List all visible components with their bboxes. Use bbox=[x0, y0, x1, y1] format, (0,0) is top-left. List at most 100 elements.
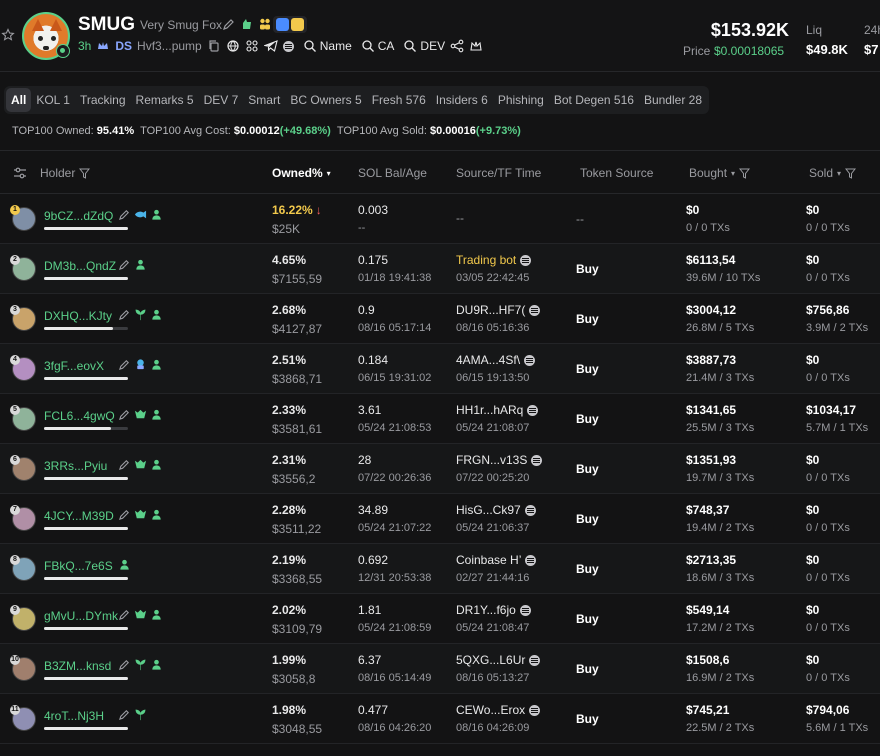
holder-row[interactable]: 8 FBkQ...7e6S 2.19% $3368,55 0.692 12/31 20:5… bbox=[0, 544, 880, 594]
col-owned[interactable]: Owned% ▾ bbox=[272, 166, 331, 180]
sold-txs: 0 / 0 TXs bbox=[806, 272, 850, 284]
telegram-icon[interactable] bbox=[263, 39, 278, 53]
bought-amount: $1508,6 bbox=[686, 653, 730, 667]
edit-icon[interactable] bbox=[118, 308, 131, 321]
holder-address[interactable]: 4JCY...M39D bbox=[44, 509, 114, 523]
edit-icon[interactable] bbox=[118, 208, 131, 221]
holder-row[interactable]: 1 9bCZ...dZdQ 16.22% ↓ $25K 0.003 -- -- -- $0 0 / … bbox=[0, 194, 880, 244]
holder-address[interactable]: FCL6...4gwQ bbox=[44, 409, 115, 423]
holder-share-bar bbox=[44, 277, 128, 280]
edit-icon[interactable] bbox=[118, 258, 131, 271]
edit-icon[interactable] bbox=[118, 508, 131, 521]
edit-icon[interactable] bbox=[118, 408, 131, 421]
funding-source[interactable]: Trading bot bbox=[456, 253, 532, 267]
funding-source[interactable]: HH1r...hARq bbox=[456, 403, 539, 417]
tab-all[interactable]: All bbox=[6, 88, 32, 112]
bought-txs: 26.8M / 5 TXs bbox=[686, 322, 755, 334]
holder-rank: 7 bbox=[10, 505, 20, 515]
holders-table-header: Holder Owned% ▾ SOL Bal/Age Source/TF Tim… bbox=[0, 150, 880, 194]
holder-address[interactable]: 3fgF...eovX bbox=[44, 359, 104, 373]
tab-fresh[interactable]: Fresh 576 bbox=[367, 88, 431, 112]
col-sold[interactable]: Sold ▾ bbox=[809, 166, 857, 180]
bought-amount: $1341,65 bbox=[686, 403, 737, 417]
holder-address[interactable]: gMvU...DYmk bbox=[44, 609, 118, 623]
tab-remarks[interactable]: Remarks 5 bbox=[131, 88, 199, 112]
user-icon bbox=[152, 309, 162, 320]
globe-icon[interactable] bbox=[226, 39, 240, 53]
share-icon[interactable] bbox=[450, 39, 464, 53]
sol-balance: 34.89 bbox=[358, 503, 389, 517]
holder-address[interactable]: 3RRs...Pyiu bbox=[44, 459, 107, 473]
tab-phishing[interactable]: Phishing bbox=[493, 88, 549, 112]
search-name-link[interactable]: Name bbox=[303, 39, 352, 53]
holder-row[interactable]: 3 DXHQ...KJty 2.68% $4127,87 0.9 08/16 05:17:… bbox=[0, 294, 880, 344]
settings-sliders-icon[interactable] bbox=[12, 165, 28, 181]
holder-address[interactable]: B3ZM...knsd bbox=[44, 659, 111, 673]
holder-tags bbox=[118, 508, 163, 521]
tab-kol[interactable]: KOL 1 bbox=[31, 88, 75, 112]
filter-icon[interactable] bbox=[845, 168, 857, 179]
col-holder[interactable]: Holder bbox=[40, 166, 91, 180]
tab-bot-degen[interactable]: Bot Degen 516 bbox=[549, 88, 639, 112]
col-source[interactable]: Source/TF Time bbox=[456, 166, 541, 180]
col-bought[interactable]: Bought ▾ bbox=[689, 166, 751, 180]
bought-amount: $745,21 bbox=[686, 703, 730, 717]
community-icon[interactable] bbox=[245, 39, 259, 53]
tab-smart[interactable]: Smart bbox=[243, 88, 285, 112]
holder-address[interactable]: DM3b...QndZ bbox=[44, 259, 116, 273]
filter-icon[interactable] bbox=[739, 168, 751, 179]
crown-icon[interactable] bbox=[469, 39, 483, 53]
funding-source[interactable]: FRGN...v13S bbox=[456, 453, 543, 467]
tab-insiders[interactable]: Insiders 6 bbox=[431, 88, 493, 112]
holder-row[interactable]: 2 DM3b...QndZ 4.65% $7155,59 0.175 01/18 19:4… bbox=[0, 244, 880, 294]
tab-bc-owners[interactable]: BC Owners 5 bbox=[285, 88, 366, 112]
search-dev-link[interactable]: DEV bbox=[403, 39, 445, 53]
tab-dev[interactable]: DEV 7 bbox=[199, 88, 244, 112]
funding-source[interactable]: HisG...Ck97 bbox=[456, 503, 536, 517]
holder-address[interactable]: 4roT...Nj3H bbox=[44, 709, 104, 723]
holder-row[interactable]: 4 3fgF...eovX 2.51% $3868,71 0.184 06/15 19:3… bbox=[0, 344, 880, 394]
token-ticker: SMUG bbox=[78, 14, 135, 35]
col-token-source[interactable]: Token Source bbox=[580, 166, 653, 180]
copy-icon[interactable] bbox=[207, 39, 221, 53]
contract-address[interactable]: Hvf3...pump bbox=[137, 39, 202, 53]
wallet-age: 08/16 04:26:20 bbox=[358, 722, 432, 734]
sold-amount: $0 bbox=[806, 503, 820, 517]
holder-row[interactable]: 5 FCL6...4gwQ 2.33% $3581,61 3.61 05/24 21:08… bbox=[0, 394, 880, 444]
edit-icon[interactable] bbox=[118, 458, 131, 471]
edit-icon[interactable] bbox=[118, 708, 131, 721]
filter-icon[interactable] bbox=[79, 168, 91, 179]
sol-balance: 6.37 bbox=[358, 653, 382, 667]
solana-icon[interactable] bbox=[282, 40, 294, 52]
holder-row[interactable]: 10 B3ZM...knsd 1.99% $3058,8 6.37 08/16 05:14… bbox=[0, 644, 880, 694]
search-ca-link[interactable]: CA bbox=[361, 39, 394, 53]
funding-source[interactable]: Coinbase H’ bbox=[456, 553, 537, 567]
holder-row[interactable]: 9 gMvU...DYmk 2.02% $3109,79 1.81 05/24 21:08… bbox=[0, 594, 880, 644]
wallet-age: 08/16 05:17:14 bbox=[358, 322, 432, 334]
holder-address[interactable]: 9bCZ...dZdQ bbox=[44, 209, 113, 223]
holder-row[interactable]: 6 3RRs...Pyiu 2.31% $3556,2 28 07/22 00:26:36… bbox=[0, 444, 880, 494]
holder-address[interactable]: FBkQ...7e6S bbox=[44, 559, 113, 573]
funding-source[interactable]: 5QXG...L6Ur bbox=[456, 653, 541, 667]
edit-icon[interactable] bbox=[118, 608, 131, 621]
tab-bundler[interactable]: Bundler 28 bbox=[639, 88, 707, 112]
favorite-star-icon[interactable] bbox=[1, 28, 15, 42]
tab-tracking[interactable]: Tracking bbox=[75, 88, 131, 112]
funding-time: 05/24 21:08:07 bbox=[456, 422, 530, 434]
bundle-icon bbox=[137, 359, 145, 370]
edit-icon[interactable] bbox=[118, 658, 131, 671]
funding-source[interactable]: CEWo...Erox bbox=[456, 703, 541, 717]
funding-source[interactable]: -- bbox=[456, 211, 464, 225]
holder-row[interactable]: 11 4roT...Nj3H 1.98% $3048,55 0.477 08/16 04:… bbox=[0, 694, 880, 744]
col-sol-bal[interactable]: SOL Bal/Age bbox=[358, 166, 427, 180]
holder-row[interactable]: 7 4JCY...M39D 2.28% $3511,22 34.89 05/24 21:0… bbox=[0, 494, 880, 544]
edit-icon[interactable] bbox=[118, 358, 131, 371]
funding-source[interactable]: 4AMA...4Sf\ bbox=[456, 353, 536, 367]
owned-percent: 2.19% bbox=[272, 553, 307, 567]
edit-icon[interactable] bbox=[222, 17, 236, 31]
funding-source[interactable]: DU9R...HF7( bbox=[456, 303, 541, 317]
token-source: Buy bbox=[576, 612, 599, 626]
funding-source[interactable]: DR1Y...f6jo bbox=[456, 603, 531, 617]
holder-address[interactable]: DXHQ...KJty bbox=[44, 309, 112, 323]
sold-txs: 3.9M / 2 TXs bbox=[806, 322, 869, 334]
